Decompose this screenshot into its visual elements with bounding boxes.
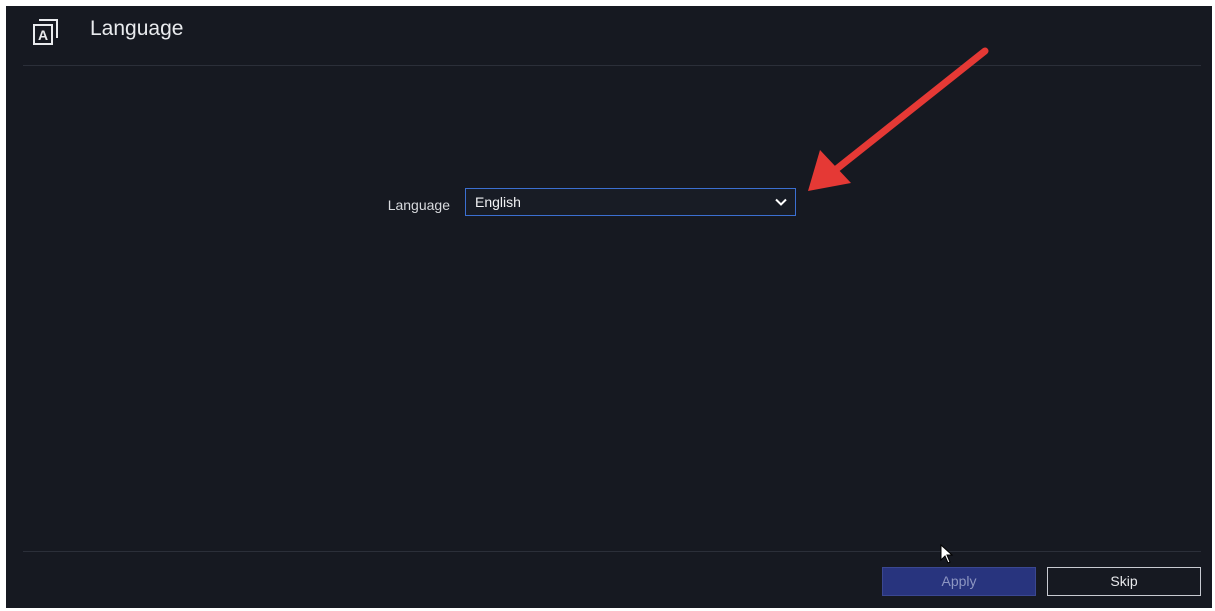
chevron-down-icon[interactable]: [775, 198, 787, 206]
language-label: Language: [387, 197, 450, 213]
mouse-cursor-icon: [940, 544, 954, 564]
annotation-arrow: [808, 47, 989, 191]
skip-button[interactable]: Skip: [1047, 567, 1201, 596]
footer-divider: [23, 551, 1201, 552]
page-title: Language: [90, 17, 184, 40]
language-setup-screen: A Language Language English Apply Skip: [6, 6, 1212, 608]
language-select[interactable]: English: [465, 188, 796, 216]
language-icon: A: [33, 19, 58, 45]
apply-button[interactable]: Apply: [882, 567, 1036, 596]
header-divider: [23, 65, 1201, 66]
page-header: A Language: [6, 6, 1212, 65]
language-icon-letter: A: [38, 27, 48, 43]
language-selected-value: English: [475, 194, 521, 210]
